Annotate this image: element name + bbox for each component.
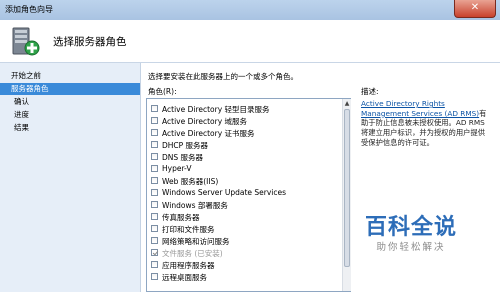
role-label: Active Directory 证书服务 xyxy=(162,129,255,138)
role-checkbox[interactable] xyxy=(151,165,158,172)
role-label: Windows 部署服务 xyxy=(162,201,228,210)
role-item[interactable]: 传真服务器 xyxy=(147,211,343,222)
page-heading: 选择服务器角色 xyxy=(53,36,127,48)
nav-item[interactable]: 结果 xyxy=(0,122,140,134)
role-label: 网络策略和访问服务 xyxy=(162,237,230,246)
wizard-header: 选择服务器角色 xyxy=(0,20,500,63)
intro-text: 选择要安装在此服务器上的一个或多个角色。 xyxy=(148,72,298,81)
nav-item[interactable]: 进度 xyxy=(0,109,140,121)
nav-item[interactable]: 服务器角色 xyxy=(0,83,140,95)
close-button[interactable]: ✕ xyxy=(454,0,496,18)
role-label: Hyper-V xyxy=(162,164,192,173)
role-item[interactable]: 文件服务 (已安装) xyxy=(147,247,343,258)
role-label: Web 服务器(IIS) xyxy=(162,177,219,186)
role-item[interactable]: DNS 服务器 xyxy=(147,151,343,162)
role-checkbox[interactable] xyxy=(151,117,158,124)
role-item[interactable]: Web 服务器(IIS) xyxy=(147,175,343,186)
watermark-title: 百科全说 xyxy=(364,215,457,240)
window-title: 添加角色向导 xyxy=(5,5,53,14)
role-item[interactable]: Hyper-V xyxy=(147,163,343,174)
title-bar: 添加角色向导 ✕ xyxy=(0,0,500,20)
role-item[interactable]: 网络策略和访问服务 xyxy=(147,235,343,246)
role-item[interactable]: Windows Server Update Services xyxy=(147,187,343,198)
role-checkbox[interactable] xyxy=(151,273,158,280)
role-checkbox[interactable] xyxy=(151,261,158,268)
role-checkbox[interactable] xyxy=(151,201,158,208)
role-checkbox[interactable] xyxy=(151,189,158,196)
role-checkbox[interactable] xyxy=(151,153,158,160)
description-panel: Active Directory Rights Management Servi… xyxy=(361,99,487,148)
scroll-up-icon[interactable]: ▲ xyxy=(343,99,351,108)
role-checkbox[interactable] xyxy=(151,129,158,136)
role-checkbox[interactable] xyxy=(151,105,158,112)
role-label: 文件服务 (已安装) xyxy=(162,249,223,258)
role-checkbox[interactable] xyxy=(151,237,158,244)
role-item[interactable]: DHCP 服务器 xyxy=(147,139,343,150)
role-checkbox[interactable] xyxy=(151,177,158,184)
nav-item[interactable]: 确认 xyxy=(0,96,140,108)
nav-item[interactable]: 开始之前 xyxy=(0,70,140,82)
role-checkbox xyxy=(151,249,158,256)
role-item[interactable]: 应用程序服务器 xyxy=(147,259,343,270)
role-label: DNS 服务器 xyxy=(162,153,204,162)
role-checkbox[interactable] xyxy=(151,225,158,232)
role-label: 传真服务器 xyxy=(162,213,200,222)
watermark: 百科全说 助你轻松解决 xyxy=(357,214,465,254)
role-item[interactable]: Active Directory 证书服务 xyxy=(147,127,343,138)
role-item[interactable]: Windows 部署服务 xyxy=(147,199,343,210)
description-label: 描述: xyxy=(361,87,379,96)
role-label: 远程桌面服务 xyxy=(162,273,207,282)
role-item[interactable]: Active Directory 域服务 xyxy=(147,115,343,126)
role-label: Windows Server Update Services xyxy=(162,188,287,197)
server-add-icon xyxy=(12,27,40,56)
description-link[interactable]: Active Directory Rights Management Servi… xyxy=(361,99,479,118)
scroll-thumb[interactable] xyxy=(344,109,350,267)
role-checkbox[interactable] xyxy=(151,213,158,220)
role-label: 打印和文件服务 xyxy=(162,225,215,234)
role-label: 应用程序服务器 xyxy=(162,261,215,270)
role-checkbox[interactable] xyxy=(151,141,158,148)
roles-label: 角色(R): xyxy=(148,87,177,96)
role-label: Active Directory 域服务 xyxy=(162,117,248,126)
role-item[interactable]: 打印和文件服务 xyxy=(147,223,343,234)
role-label: DHCP 服务器 xyxy=(162,141,209,150)
role-item[interactable]: Active Directory 轻型目录服务 xyxy=(147,103,343,114)
role-list-scrollbar[interactable]: ▲ xyxy=(342,99,351,291)
role-label: Active Directory 轻型目录服务 xyxy=(162,105,270,114)
role-item[interactable]: 远程桌面服务 xyxy=(147,271,343,282)
watermark-subtitle: 助你轻松解决 xyxy=(376,242,446,253)
role-list: Active Directory 轻型目录服务 Active Directory … xyxy=(146,98,351,292)
